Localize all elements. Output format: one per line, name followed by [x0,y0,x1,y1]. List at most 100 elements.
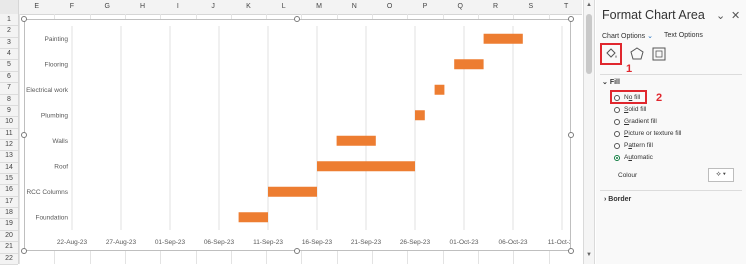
gradient-fill-label[interactable]: Gradient fill [624,118,657,125]
scroll-up-icon[interactable]: ▲ [586,2,592,8]
x-tick-label: 01-Sep-23 [155,239,186,246]
chevron-down-icon: ▾ [722,171,726,178]
row-header-8[interactable]: 8 [0,96,18,103]
scroll-down-icon[interactable]: ▼ [586,252,592,258]
row-header-18[interactable]: 18 [0,209,18,216]
gantt-bar [483,33,523,44]
chevron-down-icon[interactable]: ⌄ [716,9,725,22]
column-header-g[interactable]: G [90,0,125,14]
y-category-label: Roof [54,163,68,170]
row-divider [0,116,18,118]
y-category-label: RCC Columns [26,189,68,196]
chart-handle-tl[interactable] [21,16,27,22]
step-2-label: 2 [656,92,663,104]
highlight-box-fill-line [600,43,622,65]
column-header-o[interactable]: O [372,0,407,14]
row-header-1[interactable]: 1 [0,16,18,23]
gantt-bar [415,110,425,121]
effects-button[interactable] [628,45,646,63]
panel-title: Format Chart Area [602,8,705,22]
chart-handle-ml[interactable] [21,132,27,138]
row-header-11[interactable]: 11 [0,130,18,137]
row-header-16[interactable]: 16 [0,186,18,193]
column-header-n[interactable]: N [337,0,372,14]
row-header-12[interactable]: 12 [0,141,18,148]
row-divider [0,184,18,186]
row-header-15[interactable]: 15 [0,175,18,182]
solid-fill-radio[interactable] [614,107,620,113]
row-divider [0,173,18,175]
row-header-5[interactable]: 5 [0,61,18,68]
chart-plot[interactable]: 22-Aug-23 27-Aug-23 01-Sep-23 06-Sep-23 11-S… [25,20,577,250]
row-header-19[interactable]: 19 [0,220,18,227]
row-divider [0,138,18,140]
size-properties-button[interactable] [650,45,668,63]
row-header-13[interactable]: 13 [0,152,18,159]
row-header-6[interactable]: 6 [0,73,18,80]
x-tick-label: 21-Sep-23 [351,239,382,246]
automatic-label[interactable]: Automatic [624,154,653,161]
row-divider [0,150,18,152]
gradient-fill-radio[interactable] [614,119,620,125]
chevron-down-icon[interactable]: ⌄ [647,33,653,40]
column-header-l[interactable]: L [266,0,301,14]
x-tick-label: 27-Aug-23 [106,239,137,246]
row-header-9[interactable]: 9 [0,107,18,114]
chart-handle-br[interactable] [568,248,574,254]
divider [600,190,742,191]
column-header-m[interactable]: M [301,0,336,14]
row-divider [0,59,18,61]
chart-handle-bm[interactable] [294,248,300,254]
solid-fill-label[interactable]: Solid fill [624,106,646,113]
gantt-bar [268,186,317,197]
column-header-q[interactable]: Q [443,0,478,14]
column-header-t[interactable]: T [549,0,584,14]
row-divider [0,161,18,163]
row-header-7[interactable]: 7 [0,84,18,91]
column-header-e[interactable]: E [19,0,54,14]
pattern-fill-radio[interactable] [614,143,620,149]
column-header-h[interactable]: H [125,0,160,14]
tab-text-options[interactable]: Text Options [664,32,703,39]
spreadsheet-grid[interactable]: EFGHIJKLMNOPQRST 1 2 3 4 5 6 7 8 9 10 11 12 13 14 15 16… [0,0,584,265]
fill-section-header[interactable]: ⌄ Fill [602,78,620,86]
row-header-2[interactable]: 2 [0,27,18,34]
column-header-p[interactable]: P [407,0,442,14]
pentagon-icon [630,47,644,60]
gantt-bar [238,212,268,223]
row-header-3[interactable]: 3 [0,39,18,46]
column-header-r[interactable]: R [478,0,513,14]
row-header-17[interactable]: 17 [0,198,18,205]
picture-texture-fill-radio[interactable] [614,131,620,137]
tab-chart-options[interactable]: Chart Options ⌄ [602,32,653,40]
format-chart-area-panel: Format Chart Area ⌄ ✕ Chart Options ⌄ Te… [596,0,746,264]
colour-picker-button[interactable]: ⟡ ▾ [708,168,734,182]
row-header-20[interactable]: 20 [0,232,18,239]
chart-handle-mr[interactable] [568,132,574,138]
chart-handle-tm[interactable] [294,16,300,22]
column-header-f[interactable]: F [54,0,89,14]
vertical-scrollbar[interactable]: ▲ ▼ [583,0,595,264]
pattern-fill-label[interactable]: Pattern fill [624,142,653,149]
column-header-i[interactable]: I [160,0,195,14]
automatic-radio[interactable] [614,155,620,161]
row-divider [0,70,18,72]
column-header-s[interactable]: S [513,0,548,14]
x-tick-label: 11-Oct-23 [548,239,570,246]
column-header-k[interactable]: K [231,0,266,14]
border-section-header[interactable]: › Border [604,196,631,203]
row-header-22[interactable]: 22 [0,255,18,262]
paint-bucket-icon: ⟡ [716,171,721,178]
chart-handle-tr[interactable] [568,16,574,22]
chart-handle-bl[interactable] [21,248,27,254]
row-header-14[interactable]: 14 [0,164,18,171]
picture-texture-fill-label[interactable]: Picture or texture fill [624,130,681,137]
row-header-4[interactable]: 4 [0,50,18,57]
scrollbar-thumb[interactable] [586,14,592,74]
close-icon[interactable]: ✕ [731,9,740,22]
row-header-10[interactable]: 10 [0,118,18,125]
column-header-j[interactable]: J [196,0,231,14]
row-header-21[interactable]: 21 [0,243,18,250]
select-all-corner[interactable] [0,0,19,14]
gantt-chart[interactable]: 22-Aug-23 27-Aug-23 01-Sep-23 06-Sep-23 11-S… [24,19,577,251]
